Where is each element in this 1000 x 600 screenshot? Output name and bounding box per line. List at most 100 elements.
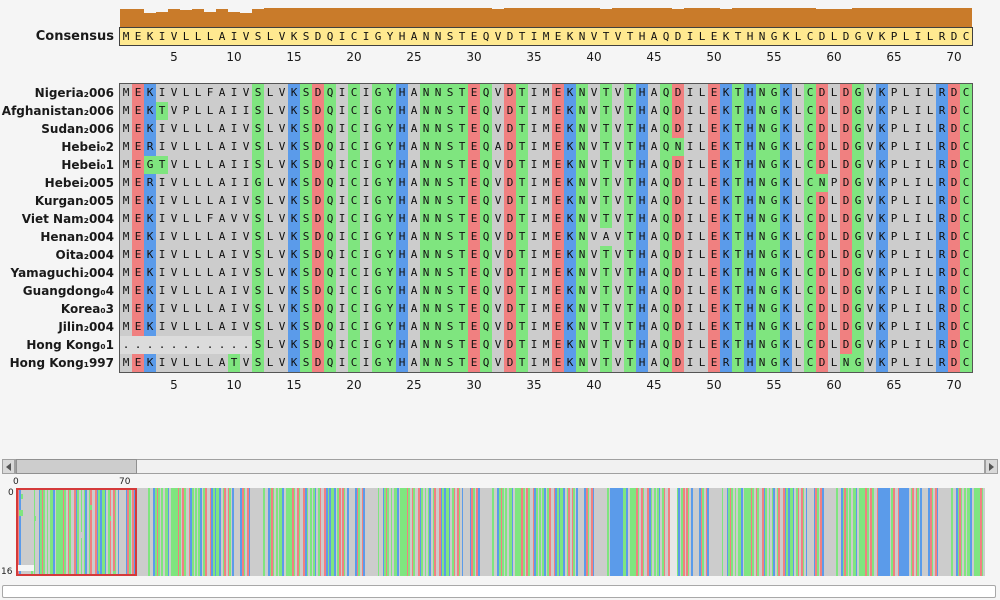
residue-cell[interactable]: R [936,354,948,372]
residue-cell[interactable]: D [816,354,828,372]
residue-cell[interactable]: S [300,282,312,300]
residue-cell[interactable]: D [816,228,828,246]
residue-cell[interactable]: E [552,300,564,318]
residue-cell[interactable]: R [936,174,948,192]
residue-cell[interactable]: S [300,318,312,336]
residue-cell[interactable]: M [540,210,552,228]
residue-cell[interactable]: N [420,354,432,372]
residue-cell[interactable]: N [576,264,588,282]
residue-cell[interactable]: S [444,282,456,300]
residue-cell[interactable]: R [936,300,948,318]
residue-cell[interactable]: C [804,246,816,264]
residue-cell[interactable]: Y [384,282,396,300]
residue-cell[interactable]: V [240,120,252,138]
residue-cell[interactable]: I [156,174,168,192]
residue-cell[interactable]: L [900,354,912,372]
residue-cell[interactable]: H [396,228,408,246]
residue-cell[interactable]: I [528,264,540,282]
residue-cell[interactable]: N [756,210,768,228]
residue-cell[interactable]: I [156,300,168,318]
residue-cell[interactable]: D [504,354,516,372]
residue-cell[interactable]: V [864,156,876,174]
residue-cell[interactable]: N [432,84,444,102]
residue-cell[interactable]: K [780,300,792,318]
residue-cell[interactable]: G [768,336,780,354]
residue-cell[interactable]: H [396,264,408,282]
residue-cell[interactable]: D [840,102,852,120]
residue-cell[interactable]: I [360,156,372,174]
residue-cell[interactable]: Q [660,282,672,300]
residue-cell[interactable]: L [204,138,216,156]
residue-cell[interactable]: N [756,102,768,120]
residue-cell[interactable]: K [288,174,300,192]
residue-cell[interactable]: I [360,174,372,192]
residue-cell[interactable]: E [468,264,480,282]
residue-cell[interactable]: L [924,318,936,336]
residue-cell[interactable]: S [300,336,312,354]
residue-cell[interactable]: V [492,246,504,264]
residue-cell[interactable]: I [360,138,372,156]
residue-cell[interactable]: H [636,336,648,354]
residue-cell[interactable]: A [408,336,420,354]
residue-cell[interactable]: N [576,318,588,336]
residue-cell[interactable]: S [300,228,312,246]
residue-cell[interactable]: V [276,300,288,318]
residue-cell[interactable]: D [816,246,828,264]
residue-cell[interactable]: H [636,228,648,246]
residue-cell[interactable]: T [516,102,528,120]
alignment-grid[interactable]: MEKIVLLFAIVSLVKSDQICIGYHANNSTEQVDTIMEKNV… [119,83,973,373]
residue-cell[interactable]: Q [480,138,492,156]
residue-cell[interactable]: L [192,156,204,174]
residue-cell[interactable]: E [552,264,564,282]
residue-cell[interactable]: R [936,156,948,174]
residue-cell[interactable]: H [744,336,756,354]
residue-cell[interactable]: L [900,318,912,336]
residue-cell[interactable]: T [600,174,612,192]
consensus-cell[interactable]: V [612,28,624,45]
residue-cell[interactable]: C [804,84,816,102]
residue-cell[interactable]: D [504,264,516,282]
residue-cell[interactable]: M [540,192,552,210]
residue-cell[interactable]: S [300,174,312,192]
consensus-cell[interactable]: C [348,28,360,45]
residue-cell[interactable]: V [492,228,504,246]
residue-cell[interactable]: V [864,102,876,120]
residue-cell[interactable]: A [408,156,420,174]
residue-cell[interactable]: L [696,300,708,318]
residue-cell[interactable]: T [732,84,744,102]
residue-cell[interactable]: V [276,246,288,264]
residue-cell[interactable]: L [900,156,912,174]
residue-cell[interactable]: D [840,84,852,102]
residue-cell[interactable]: L [264,84,276,102]
residue-cell[interactable]: V [492,192,504,210]
residue-cell[interactable]: L [696,336,708,354]
residue-cell[interactable]: G [852,84,864,102]
residue-cell[interactable]: . [216,336,228,354]
residue-cell[interactable]: G [252,174,264,192]
residue-cell[interactable]: K [780,246,792,264]
residue-cell[interactable]: Q [480,318,492,336]
residue-cell[interactable]: I [228,282,240,300]
residue-cell[interactable]: Y [384,210,396,228]
residue-cell[interactable]: S [444,120,456,138]
residue-cell[interactable]: E [132,210,144,228]
residue-cell[interactable]: I [912,84,924,102]
residue-cell[interactable]: Q [660,174,672,192]
residue-cell[interactable]: D [672,84,684,102]
residue-cell[interactable]: A [408,354,420,372]
residue-cell[interactable]: M [540,336,552,354]
residue-cell[interactable]: M [120,156,132,174]
residue-cell[interactable]: C [348,120,360,138]
residue-cell[interactable]: G [852,174,864,192]
residue-cell[interactable]: H [636,318,648,336]
residue-cell[interactable]: T [624,156,636,174]
residue-cell[interactable]: I [684,246,696,264]
residue-cell[interactable]: E [708,138,720,156]
residue-cell[interactable]: T [732,138,744,156]
residue-cell[interactable]: K [144,84,156,102]
residue-cell[interactable]: V [168,174,180,192]
residue-cell[interactable]: D [504,282,516,300]
residue-cell[interactable]: I [912,156,924,174]
residue-cell[interactable]: D [312,354,324,372]
residue-cell[interactable]: T [732,228,744,246]
